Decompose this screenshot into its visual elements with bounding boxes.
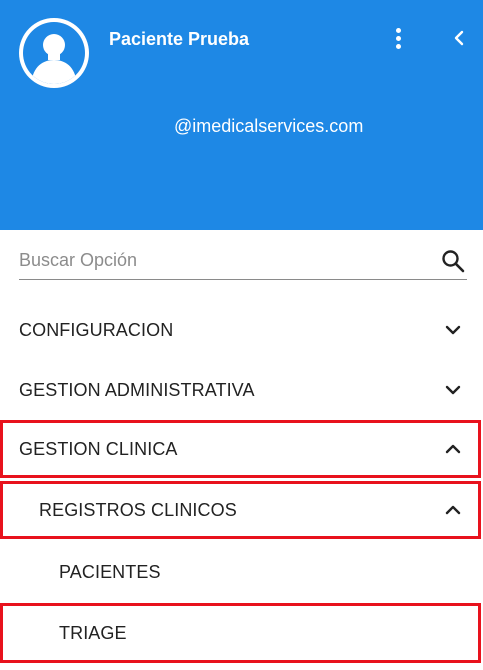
- user-name: Paciente Prueba: [109, 29, 250, 49]
- menu-item-gestion-clinica[interactable]: GESTION CLINICA: [0, 420, 481, 478]
- menu-item-label: GESTION CLINICA: [19, 438, 178, 459]
- chevron-down-icon: [445, 385, 461, 395]
- search-icon[interactable]: [440, 248, 466, 274]
- side-navigation-panel: Paciente Prueba @imedicalservices.com CO…: [0, 0, 483, 670]
- search-field: [19, 244, 467, 280]
- menu-item-gestion-administrativa[interactable]: GESTION ADMINISTRATIVA: [0, 360, 483, 420]
- menu-item-label: PACIENTES: [59, 561, 161, 582]
- profile-header: Paciente Prueba @imedicalservices.com: [0, 0, 483, 230]
- chevron-up-icon: [445, 444, 461, 454]
- more-vertical-icon[interactable]: [389, 26, 409, 50]
- avatar[interactable]: [19, 18, 89, 88]
- search-input[interactable]: [19, 246, 419, 274]
- menu-item-label: GESTION ADMINISTRATIVA: [19, 379, 255, 400]
- menu-item-label: REGISTROS CLINICOS: [39, 499, 237, 520]
- menu-item-label: CONFIGURACION: [19, 319, 174, 340]
- menu-item-label: TRIAGE: [59, 622, 127, 643]
- chevron-up-icon: [445, 505, 461, 515]
- person-icon: [23, 22, 85, 84]
- menu-item-pacientes[interactable]: PACIENTES: [0, 542, 483, 602]
- menu-item-triage[interactable]: TRIAGE: [0, 603, 481, 663]
- chevron-left-icon[interactable]: [448, 26, 470, 50]
- menu-item-registros-clinicos[interactable]: REGISTROS CLINICOS: [0, 481, 481, 539]
- user-email: @imedicalservices.com: [174, 116, 364, 136]
- chevron-down-icon: [445, 325, 461, 335]
- menu-item-configuracion[interactable]: CONFIGURACION: [0, 300, 483, 360]
